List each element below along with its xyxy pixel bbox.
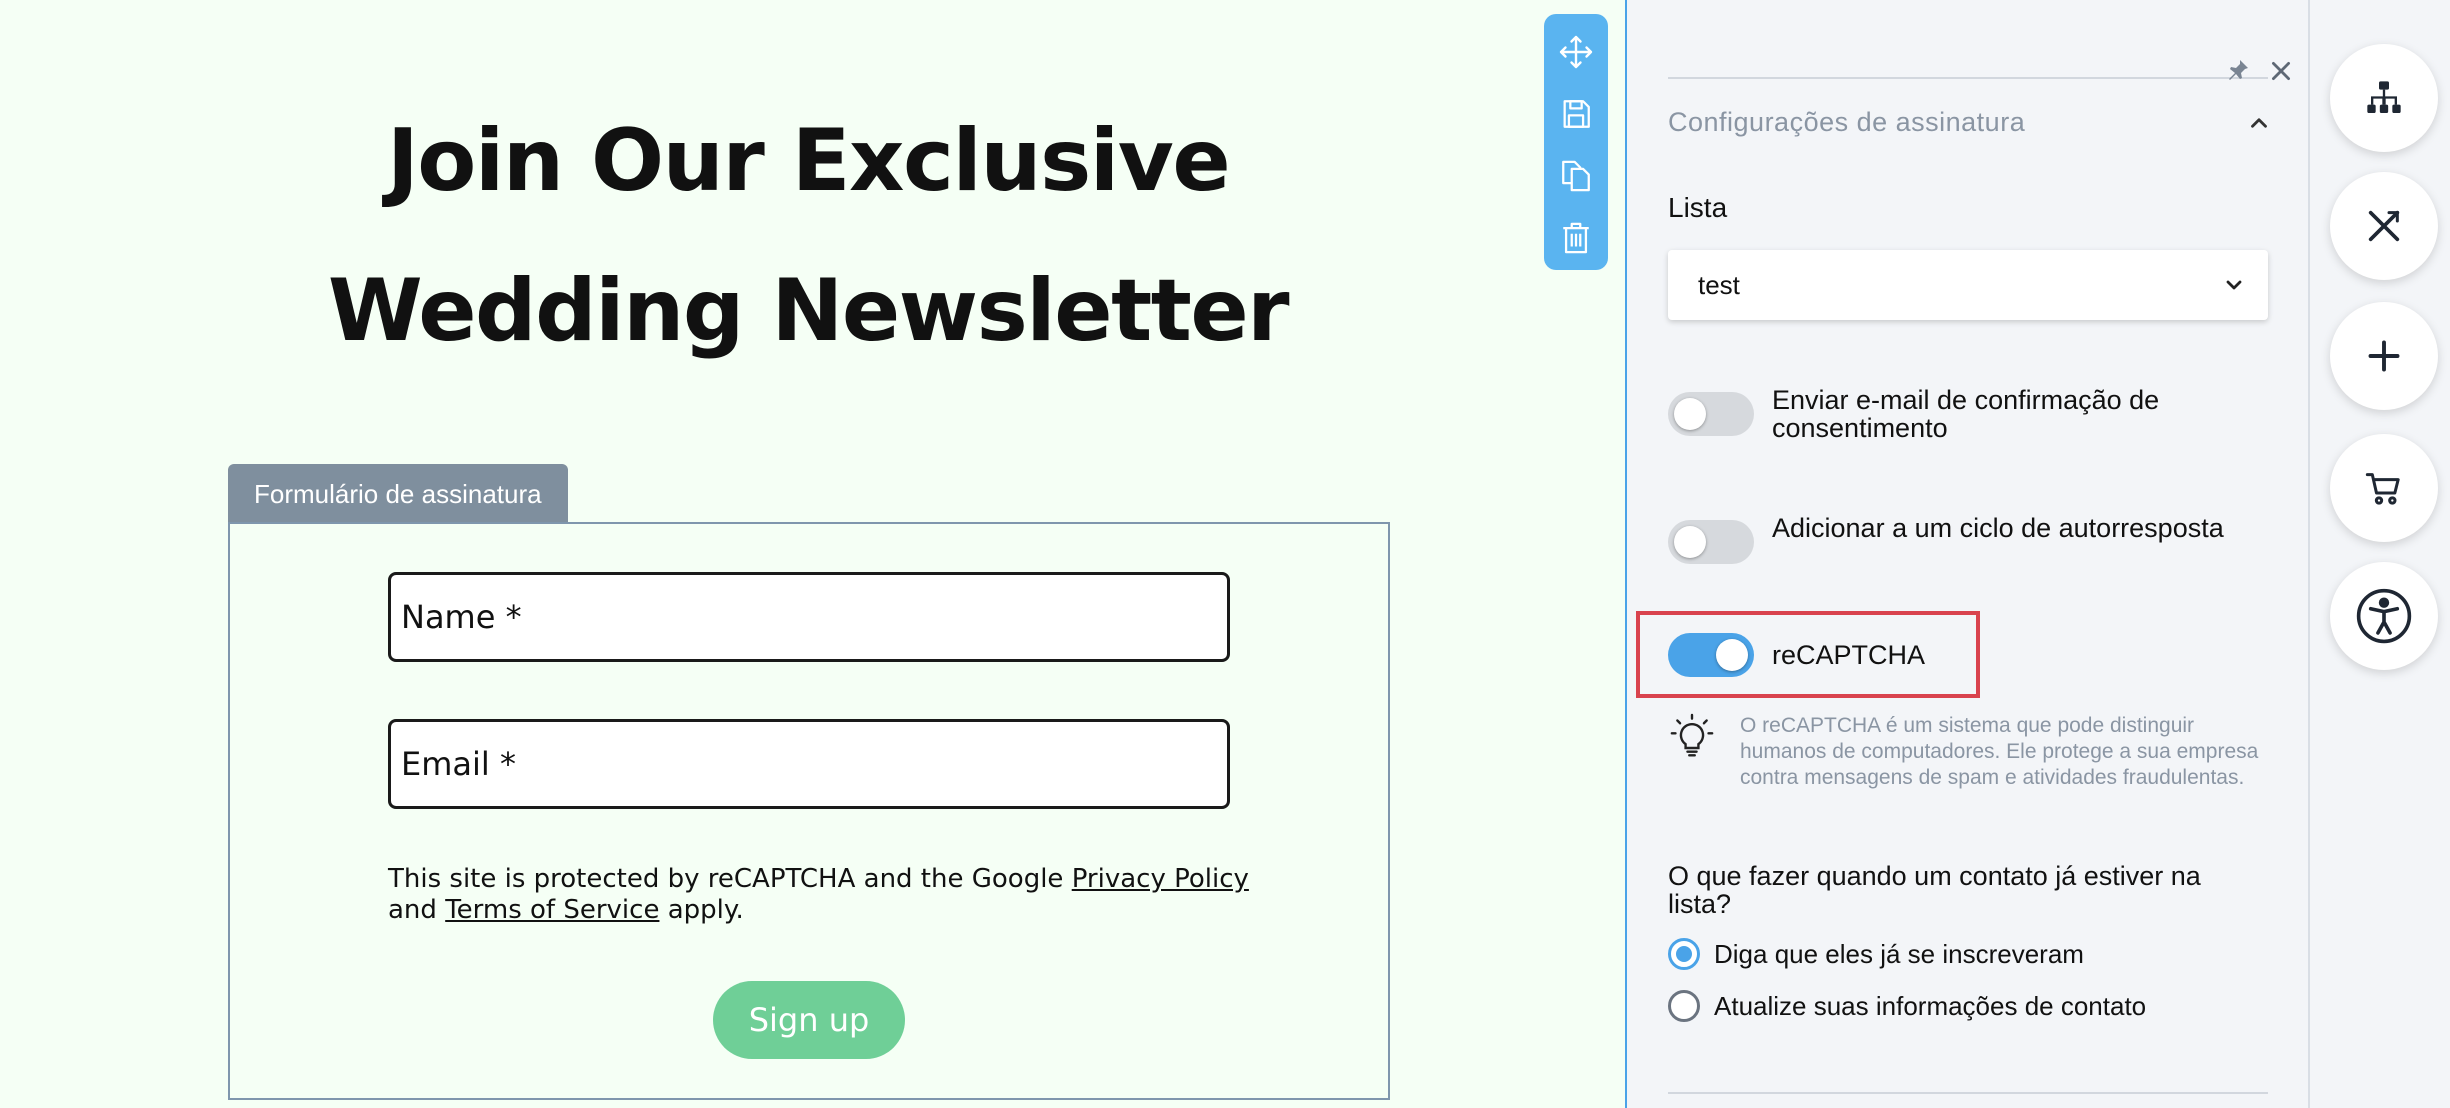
existing-contact-question: O que fazer quando um contato já estiver… bbox=[1668, 861, 2201, 919]
move-icon[interactable] bbox=[1556, 32, 1596, 72]
list-label: Lista bbox=[1668, 192, 1728, 223]
terms-of-service-link[interactable]: Terms of Service bbox=[445, 895, 659, 925]
confirmation-email-label: Enviar e-mail de confirmação de consenti… bbox=[1772, 385, 2160, 443]
privacy-policy-link[interactable]: Privacy Policy bbox=[1072, 864, 1249, 894]
lightbulb-icon bbox=[1670, 713, 1714, 761]
toggle-knob bbox=[1674, 398, 1706, 430]
right-rail bbox=[2310, 0, 2450, 1108]
section-title[interactable]: Configurações de assinatura bbox=[1668, 107, 2025, 138]
email-field[interactable]: Email * bbox=[388, 719, 1230, 809]
editor-canvas: Join Our Exclusive Wedding Newsletter Fo… bbox=[0, 0, 1625, 1108]
block-toolbar bbox=[1544, 14, 1608, 270]
headline-line-2[interactable]: Wedding Newsletter bbox=[0, 268, 1616, 354]
cart-icon[interactable] bbox=[2330, 434, 2438, 542]
panel-top-divider bbox=[1668, 77, 2268, 79]
radio-option-label: Diga que eles já se inscreveram bbox=[1714, 938, 2084, 969]
sitemap-icon[interactable] bbox=[2330, 44, 2438, 152]
accessibility-icon[interactable] bbox=[2330, 562, 2438, 670]
tools-icon[interactable] bbox=[2330, 172, 2438, 280]
form-tab-label[interactable]: Formulário de assinatura bbox=[228, 464, 568, 524]
radio-option-update-contact[interactable]: Atualize suas informações de contato bbox=[1668, 990, 2146, 1022]
confirmation-email-toggle[interactable] bbox=[1668, 392, 1754, 436]
radio-button[interactable] bbox=[1668, 990, 1700, 1022]
pin-icon[interactable] bbox=[2226, 58, 2250, 82]
recaptcha-notice-suffix: apply. bbox=[659, 895, 744, 925]
chevron-down-icon bbox=[2226, 280, 2242, 290]
radio-option-already-subscribed[interactable]: Diga que eles já se inscreveram bbox=[1668, 938, 2084, 970]
close-icon[interactable] bbox=[2268, 58, 2294, 84]
sign-up-button[interactable]: Sign up bbox=[713, 981, 905, 1059]
recaptcha-notice-and: and bbox=[388, 895, 446, 925]
radio-option-label: Atualize suas informações de contato bbox=[1714, 990, 2147, 1021]
list-select-value: test bbox=[1698, 270, 1740, 300]
list-select[interactable]: test bbox=[1668, 250, 2268, 320]
radio-button-checked[interactable] bbox=[1668, 938, 1700, 970]
recaptcha-notice: This site is protected by reCAPTCHA and … bbox=[388, 864, 1288, 926]
recaptcha-help-text: O reCAPTCHA é um sistema que pode distin… bbox=[1740, 714, 2259, 789]
name-field[interactable]: Name * bbox=[388, 572, 1230, 662]
duplicate-icon[interactable] bbox=[1556, 156, 1596, 196]
autoresponder-label: Adicionar a um ciclo de autorresposta bbox=[1772, 513, 2224, 543]
headline-line-1[interactable]: Join Our Exclusive bbox=[0, 118, 1616, 204]
add-icon[interactable] bbox=[2330, 302, 2438, 410]
delete-icon[interactable] bbox=[1556, 218, 1596, 258]
recaptcha-label: reCAPTCHA bbox=[1772, 640, 1926, 670]
autoresponder-toggle[interactable] bbox=[1668, 520, 1754, 564]
toggle-knob bbox=[1674, 526, 1706, 558]
recaptcha-toggle[interactable] bbox=[1668, 633, 1754, 677]
save-icon[interactable] bbox=[1556, 94, 1596, 134]
toggle-knob bbox=[1716, 639, 1748, 671]
panel-bottom-divider bbox=[1668, 1092, 2268, 1094]
chevron-up-icon[interactable] bbox=[2246, 110, 2272, 136]
recaptcha-notice-prefix: This site is protected by reCAPTCHA and … bbox=[388, 864, 1072, 894]
